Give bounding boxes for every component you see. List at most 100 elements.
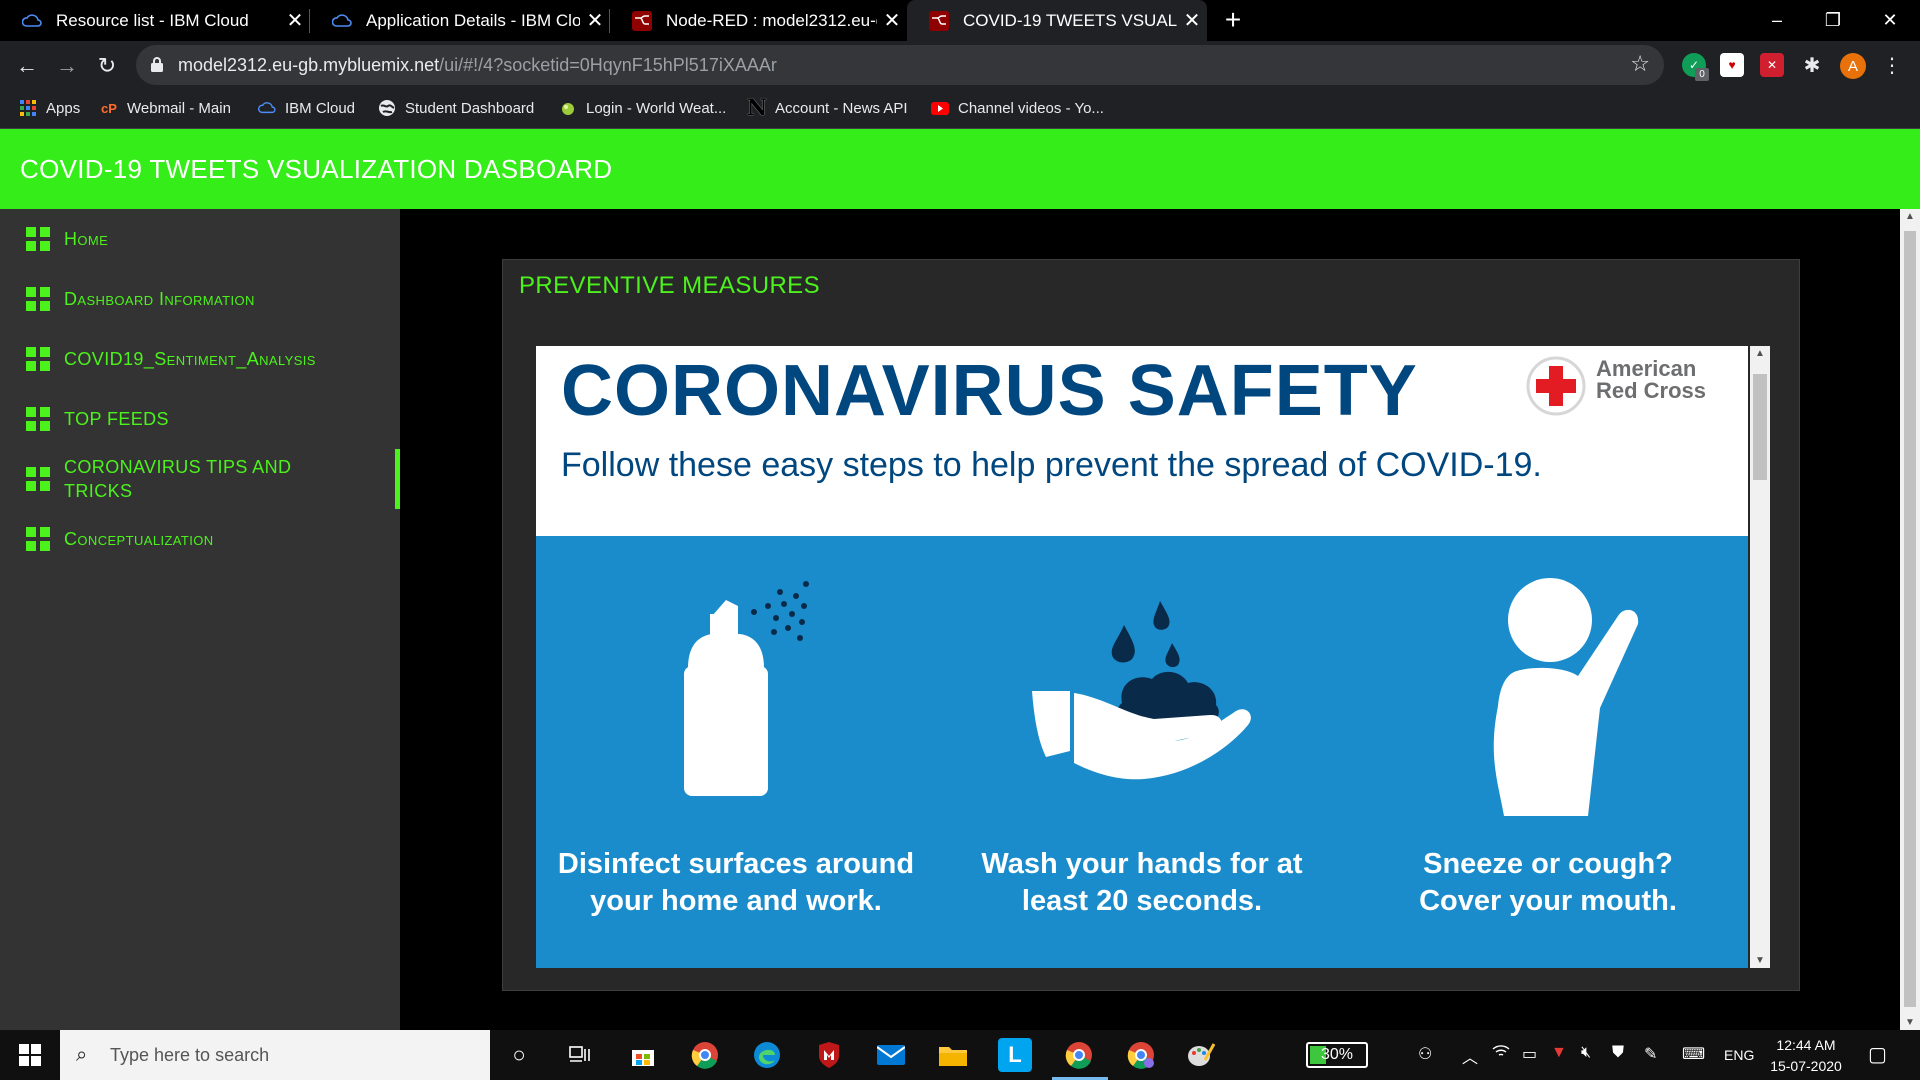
- windows-logo-icon: [19, 1044, 41, 1066]
- scroll-up-icon[interactable]: ▲: [1750, 348, 1770, 359]
- wifi-icon[interactable]: [1492, 1044, 1510, 1063]
- close-icon[interactable]: ✕: [280, 8, 310, 33]
- sidebar-item-label: TOP FEEDS: [64, 409, 169, 429]
- close-window-button[interactable]: ✕: [1862, 0, 1918, 41]
- sidebar-item-top-feeds[interactable]: TOP FEEDS: [0, 403, 400, 435]
- mcafee-tray-icon[interactable]: ▼: [1551, 1044, 1567, 1062]
- lock-icon: [151, 57, 163, 72]
- page-scrollbar[interactable]: ▲ ▼: [1900, 209, 1920, 1030]
- globe-icon: [378, 99, 396, 117]
- extension-badge: 0: [1695, 68, 1709, 81]
- paint-icon[interactable]: [1184, 1038, 1218, 1072]
- bookmark-ibm-cloud[interactable]: IBM Cloud: [258, 99, 355, 117]
- preventive-measures-card: PREVENTIVE MEASURES CORONAVIRUS SAFETY F…: [502, 259, 1800, 991]
- tab-title: Application Details - IBM Cloud: [366, 10, 580, 30]
- battery-indicator[interactable]: 30%: [1306, 1042, 1368, 1068]
- store-icon[interactable]: [626, 1038, 660, 1072]
- close-icon[interactable]: ✕: [580, 8, 610, 33]
- scroll-down-icon[interactable]: ▼: [1750, 955, 1770, 966]
- cortana-icon[interactable]: ○: [502, 1038, 536, 1072]
- tab-resource-list[interactable]: Resource list - IBM Cloud ✕: [0, 0, 310, 41]
- sidebar-item-dashboard-information[interactable]: Dashboard Information: [0, 283, 400, 315]
- bookmark-label: Apps: [46, 99, 81, 117]
- back-button[interactable]: ←: [10, 49, 44, 83]
- bookmark-world-weather[interactable]: Login - World Weat...: [559, 99, 726, 117]
- chrome-profile-icon[interactable]: [1124, 1038, 1158, 1072]
- menu-kebab-icon[interactable]: ⋮: [1880, 53, 1904, 77]
- bookmark-label: Webmail - Main: [127, 99, 231, 117]
- bookmark-youtube[interactable]: Channel videos - Yo...: [931, 99, 1104, 117]
- forward-button[interactable]: →: [50, 49, 84, 83]
- restore-button[interactable]: ❐: [1805, 0, 1861, 41]
- tab-application-details[interactable]: Application Details - IBM Cloud ✕: [310, 0, 610, 41]
- chevron-up-icon[interactable]: ︿: [1462, 1044, 1478, 1068]
- security-shield-icon[interactable]: ⛊: [1612, 1044, 1624, 1062]
- bookmark-apps[interactable]: Apps: [19, 99, 80, 117]
- red-cross-name: American Red Cross: [1596, 356, 1707, 403]
- scroll-up-icon[interactable]: ▲: [1900, 211, 1920, 222]
- sidebar-item-sentiment-analysis[interactable]: COVID19_Sentiment_Analysis: [0, 343, 400, 375]
- bookmark-label: Login - World Weat...: [586, 99, 727, 117]
- profile-avatar[interactable]: A: [1840, 53, 1866, 79]
- sidebar-item-home[interactable]: Home: [0, 223, 400, 255]
- app-header: COVID-19 TWEETS VSUALIZATION DASBOARD: [0, 129, 1920, 209]
- battery-tray-icon[interactable]: ▭: [1522, 1044, 1537, 1064]
- tab-node-red[interactable]: Node-RED : model2312.eu-gb.m ✕: [610, 0, 907, 41]
- battery-percent: 30%: [1320, 1046, 1354, 1063]
- step-text: Sneeze or cough? Cover your mouth.: [1419, 848, 1677, 917]
- taskbar-search[interactable]: ⌕ Type here to search: [60, 1030, 490, 1080]
- browser-tab-strip: Resource list - IBM Cloud ✕ Application …: [0, 0, 1920, 41]
- language-indicator[interactable]: ENG: [1724, 1047, 1754, 1063]
- scrollbar-thumb[interactable]: [1753, 374, 1767, 480]
- sidebar-item-label: CORONAVIRUS TIPS AND TRICKS: [64, 457, 292, 501]
- tab-covid-dashboard[interactable]: COVID-19 TWEETS VSUALIZATIO ✕: [907, 0, 1207, 41]
- mcafee-icon[interactable]: [812, 1038, 846, 1072]
- scrollbar-thumb[interactable]: [1904, 231, 1916, 1007]
- new-tab-button[interactable]: +: [1218, 6, 1248, 36]
- keyboard-icon[interactable]: ⌨: [1682, 1044, 1705, 1064]
- launcher-l-icon[interactable]: L: [998, 1038, 1032, 1072]
- bookmark-webmail[interactable]: cP Webmail - Main: [100, 99, 231, 117]
- close-icon[interactable]: ✕: [877, 8, 907, 33]
- pocket-extension-icon[interactable]: ♥: [1720, 53, 1744, 77]
- ibm-cloud-icon: [258, 99, 276, 117]
- chrome-icon[interactable]: [688, 1038, 722, 1072]
- scroll-down-icon[interactable]: ▼: [1900, 1017, 1920, 1028]
- people-icon[interactable]: ⚇: [1418, 1044, 1432, 1064]
- speaker-muted-icon[interactable]: 🔇︎: [1581, 1044, 1591, 1062]
- bookmark-label: Student Dashboard: [405, 99, 535, 117]
- start-button[interactable]: [0, 1030, 60, 1080]
- sidebar-item-conceptualization[interactable]: Conceptualization: [0, 523, 400, 555]
- step-text: Disinfect surfaces around your home and …: [557, 848, 915, 917]
- poster-frame[interactable]: CORONAVIRUS SAFETY Follow these easy ste…: [536, 346, 1748, 968]
- system-clock[interactable]: 12:44 AM 15-07-2020: [1764, 1035, 1848, 1077]
- node-red-icon: [632, 10, 652, 31]
- poster-scrollbar[interactable]: ▲ ▼: [1750, 346, 1770, 968]
- bookmark-label: Account - News API: [775, 99, 908, 117]
- notification-icon[interactable]: ▢: [1868, 1042, 1887, 1067]
- clock-date: 15-07-2020: [1770, 1058, 1842, 1074]
- pen-icon[interactable]: ✎: [1644, 1044, 1657, 1064]
- sidebar-item-label: COVID19_Sentiment_Analysis: [64, 349, 316, 369]
- edge-icon[interactable]: [750, 1038, 784, 1072]
- bookmarks-bar: Apps cP Webmail - Main IBM Cloud Student…: [0, 89, 1920, 129]
- file-explorer-icon[interactable]: [936, 1038, 970, 1072]
- mcafee-extension-icon[interactable]: ✕: [1760, 53, 1784, 77]
- close-icon[interactable]: ✕: [1177, 8, 1207, 33]
- mail-icon[interactable]: [874, 1038, 908, 1072]
- bookmark-student-dashboard[interactable]: Student Dashboard: [378, 99, 534, 117]
- dashboard-grid-icon: [26, 287, 50, 311]
- task-view-icon[interactable]: [563, 1038, 597, 1072]
- dashboard-grid-icon: [26, 227, 50, 251]
- news-api-icon: N: [746, 95, 768, 121]
- minimize-button[interactable]: –: [1749, 0, 1805, 41]
- sidebar-item-coronavirus-tips[interactable]: CORONAVIRUS TIPS AND TRICKS: [0, 449, 400, 509]
- chrome-active-icon[interactable]: [1062, 1038, 1096, 1072]
- reload-button[interactable]: ↻: [90, 49, 124, 83]
- card-title: PREVENTIVE MEASURES: [519, 272, 821, 299]
- address-bar[interactable]: model2312.eu-gb.mybluemix.net/ui/#!/4?so…: [136, 45, 1664, 85]
- bookmark-star-icon[interactable]: ☆: [1630, 51, 1650, 77]
- dashboard-grid-icon: [26, 467, 50, 491]
- extensions-puzzle-icon[interactable]: ✱: [1800, 53, 1824, 77]
- bookmark-news-api[interactable]: N Account - News API: [746, 95, 908, 121]
